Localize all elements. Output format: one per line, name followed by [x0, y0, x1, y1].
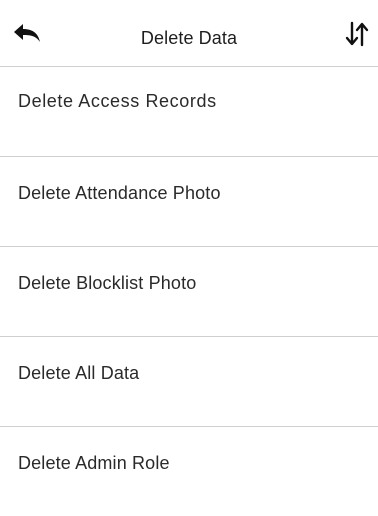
menu-item-label: Delete Admin Role	[18, 453, 170, 473]
sort-button[interactable]	[344, 21, 370, 47]
menu-item-delete-all-data[interactable]: Delete All Data	[0, 337, 378, 427]
sort-arrows-icon	[345, 21, 369, 47]
menu-item-label: Delete Access Records	[18, 91, 217, 111]
menu-item-delete-attendance-photo[interactable]: Delete Attendance Photo	[0, 157, 378, 247]
menu-item-label: Delete Attendance Photo	[18, 183, 221, 203]
delete-options-list: Delete Access Records Delete Attendance …	[0, 67, 378, 516]
menu-item-label: Delete All Data	[18, 363, 140, 383]
header-bar: Delete Data	[0, 0, 378, 67]
menu-item-label: Delete Blocklist Photo	[18, 273, 197, 293]
delete-data-screen: Delete Data Delete Access Records Delete…	[0, 0, 378, 507]
menu-item-delete-admin-role[interactable]: Delete Admin Role	[0, 427, 378, 516]
page-title: Delete Data	[140, 28, 238, 48]
menu-item-delete-blocklist-photo[interactable]: Delete Blocklist Photo	[0, 247, 378, 337]
menu-item-delete-access-records[interactable]: Delete Access Records	[0, 67, 378, 157]
